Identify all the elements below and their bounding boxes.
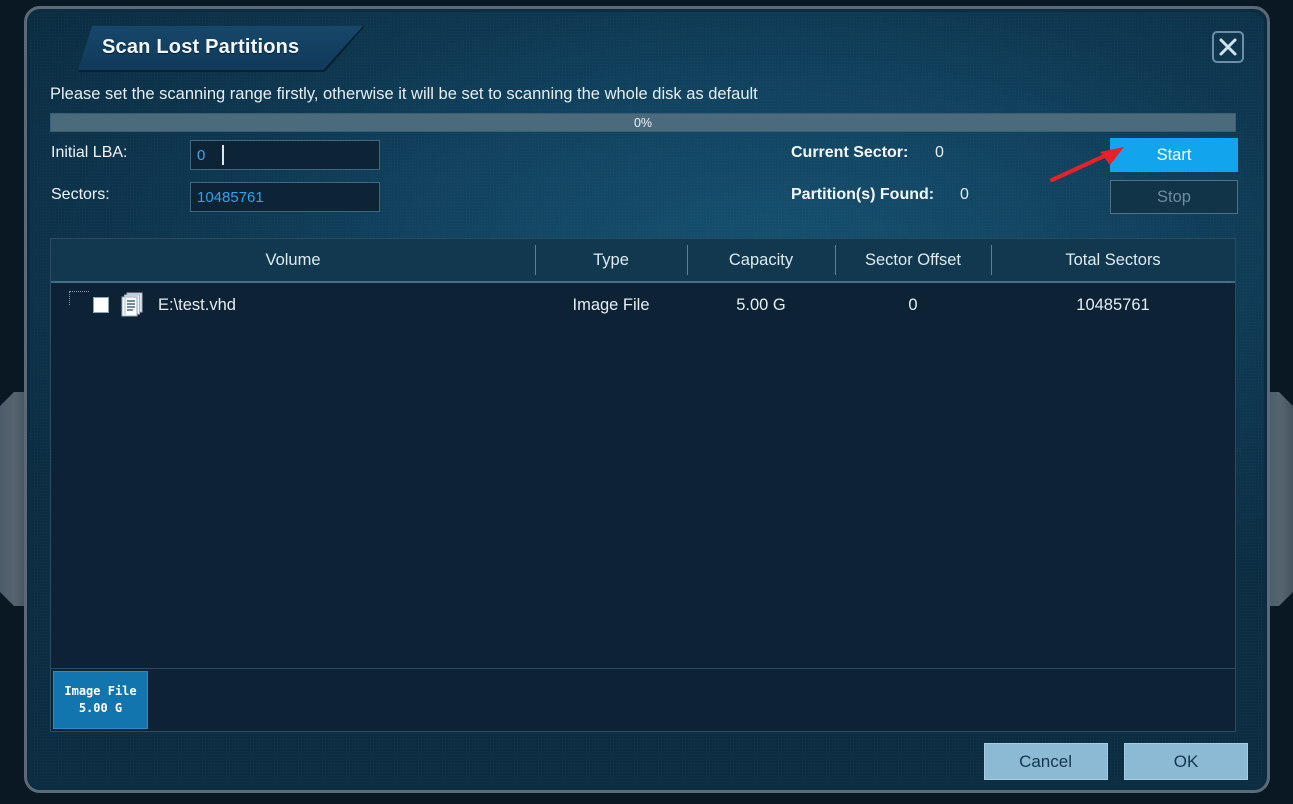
partitions-table: Volume Type Capacity Sector Offset Total… — [50, 238, 1236, 708]
column-header-type[interactable]: Type — [535, 239, 687, 282]
sectors-input[interactable] — [190, 182, 380, 212]
current-sector-label: Current Sector: — [791, 144, 909, 161]
window-resize-handle-right[interactable] — [1267, 392, 1293, 606]
text-caret — [222, 145, 224, 165]
volume-name: E:\test.vhd — [158, 296, 236, 314]
partition-map-type: Image File — [64, 683, 137, 698]
partition-map: Image File 5.00 G — [50, 668, 1236, 732]
cell-volume: E:\test.vhd — [51, 283, 535, 327]
cell-capacity: 5.00 G — [736, 296, 786, 314]
column-header-capacity[interactable]: Capacity — [687, 239, 835, 282]
screen: Scan Lost Partitions Please set the scan… — [0, 0, 1293, 804]
table-header-row: Volume Type Capacity Sector Offset Total… — [51, 239, 1235, 283]
partitions-found-label: Partition(s) Found: — [791, 186, 935, 203]
start-button[interactable]: Start — [1110, 138, 1238, 172]
initial-lba-label: Initial LBA: — [51, 144, 128, 161]
row-checkbox[interactable] — [93, 297, 109, 313]
initial-lba-input[interactable] — [190, 140, 380, 170]
instruction-text: Please set the scanning range firstly, o… — [50, 85, 758, 103]
cancel-button[interactable]: Cancel — [983, 743, 1108, 780]
dialog-body: Scan Lost Partitions Please set the scan… — [30, 12, 1264, 787]
current-sector-value: 0 — [935, 144, 944, 161]
stop-button: Stop — [1110, 180, 1238, 214]
partition-map-size: 5.00 G — [78, 701, 123, 715]
close-button[interactable] — [1212, 31, 1244, 63]
scan-lost-partitions-dialog: Scan Lost Partitions Please set the scan… — [24, 6, 1270, 793]
scan-progress-label: 0% — [633, 115, 653, 130]
dialog-footer: Cancel OK — [983, 743, 1248, 780]
page-title: Scan Lost Partitions — [102, 36, 300, 58]
cell-total-sectors: 10485761 — [1076, 296, 1150, 314]
sectors-label: Sectors: — [51, 186, 110, 203]
column-header-volume[interactable]: Volume — [51, 239, 535, 282]
column-header-total-sectors[interactable]: Total Sectors — [991, 239, 1235, 282]
cell-type: Image File — [572, 296, 650, 314]
cell-sector-offset: 0 — [908, 296, 918, 314]
table-row[interactable]: E:\test.vhd Image File 5.00 G 0 10485761 — [51, 283, 1235, 327]
window-resize-handle-left[interactable] — [0, 392, 26, 606]
partition-map-block[interactable]: Image File 5.00 G — [53, 671, 148, 729]
ok-button[interactable]: OK — [1124, 743, 1248, 780]
close-icon — [1219, 38, 1237, 56]
disk-image-icon — [121, 292, 143, 317]
partitions-found-value: 0 — [960, 186, 969, 203]
tree-connector-icon — [69, 291, 89, 305]
scan-progress-bar: 0% — [50, 113, 1236, 132]
column-header-sector-offset[interactable]: Sector Offset — [835, 239, 991, 282]
